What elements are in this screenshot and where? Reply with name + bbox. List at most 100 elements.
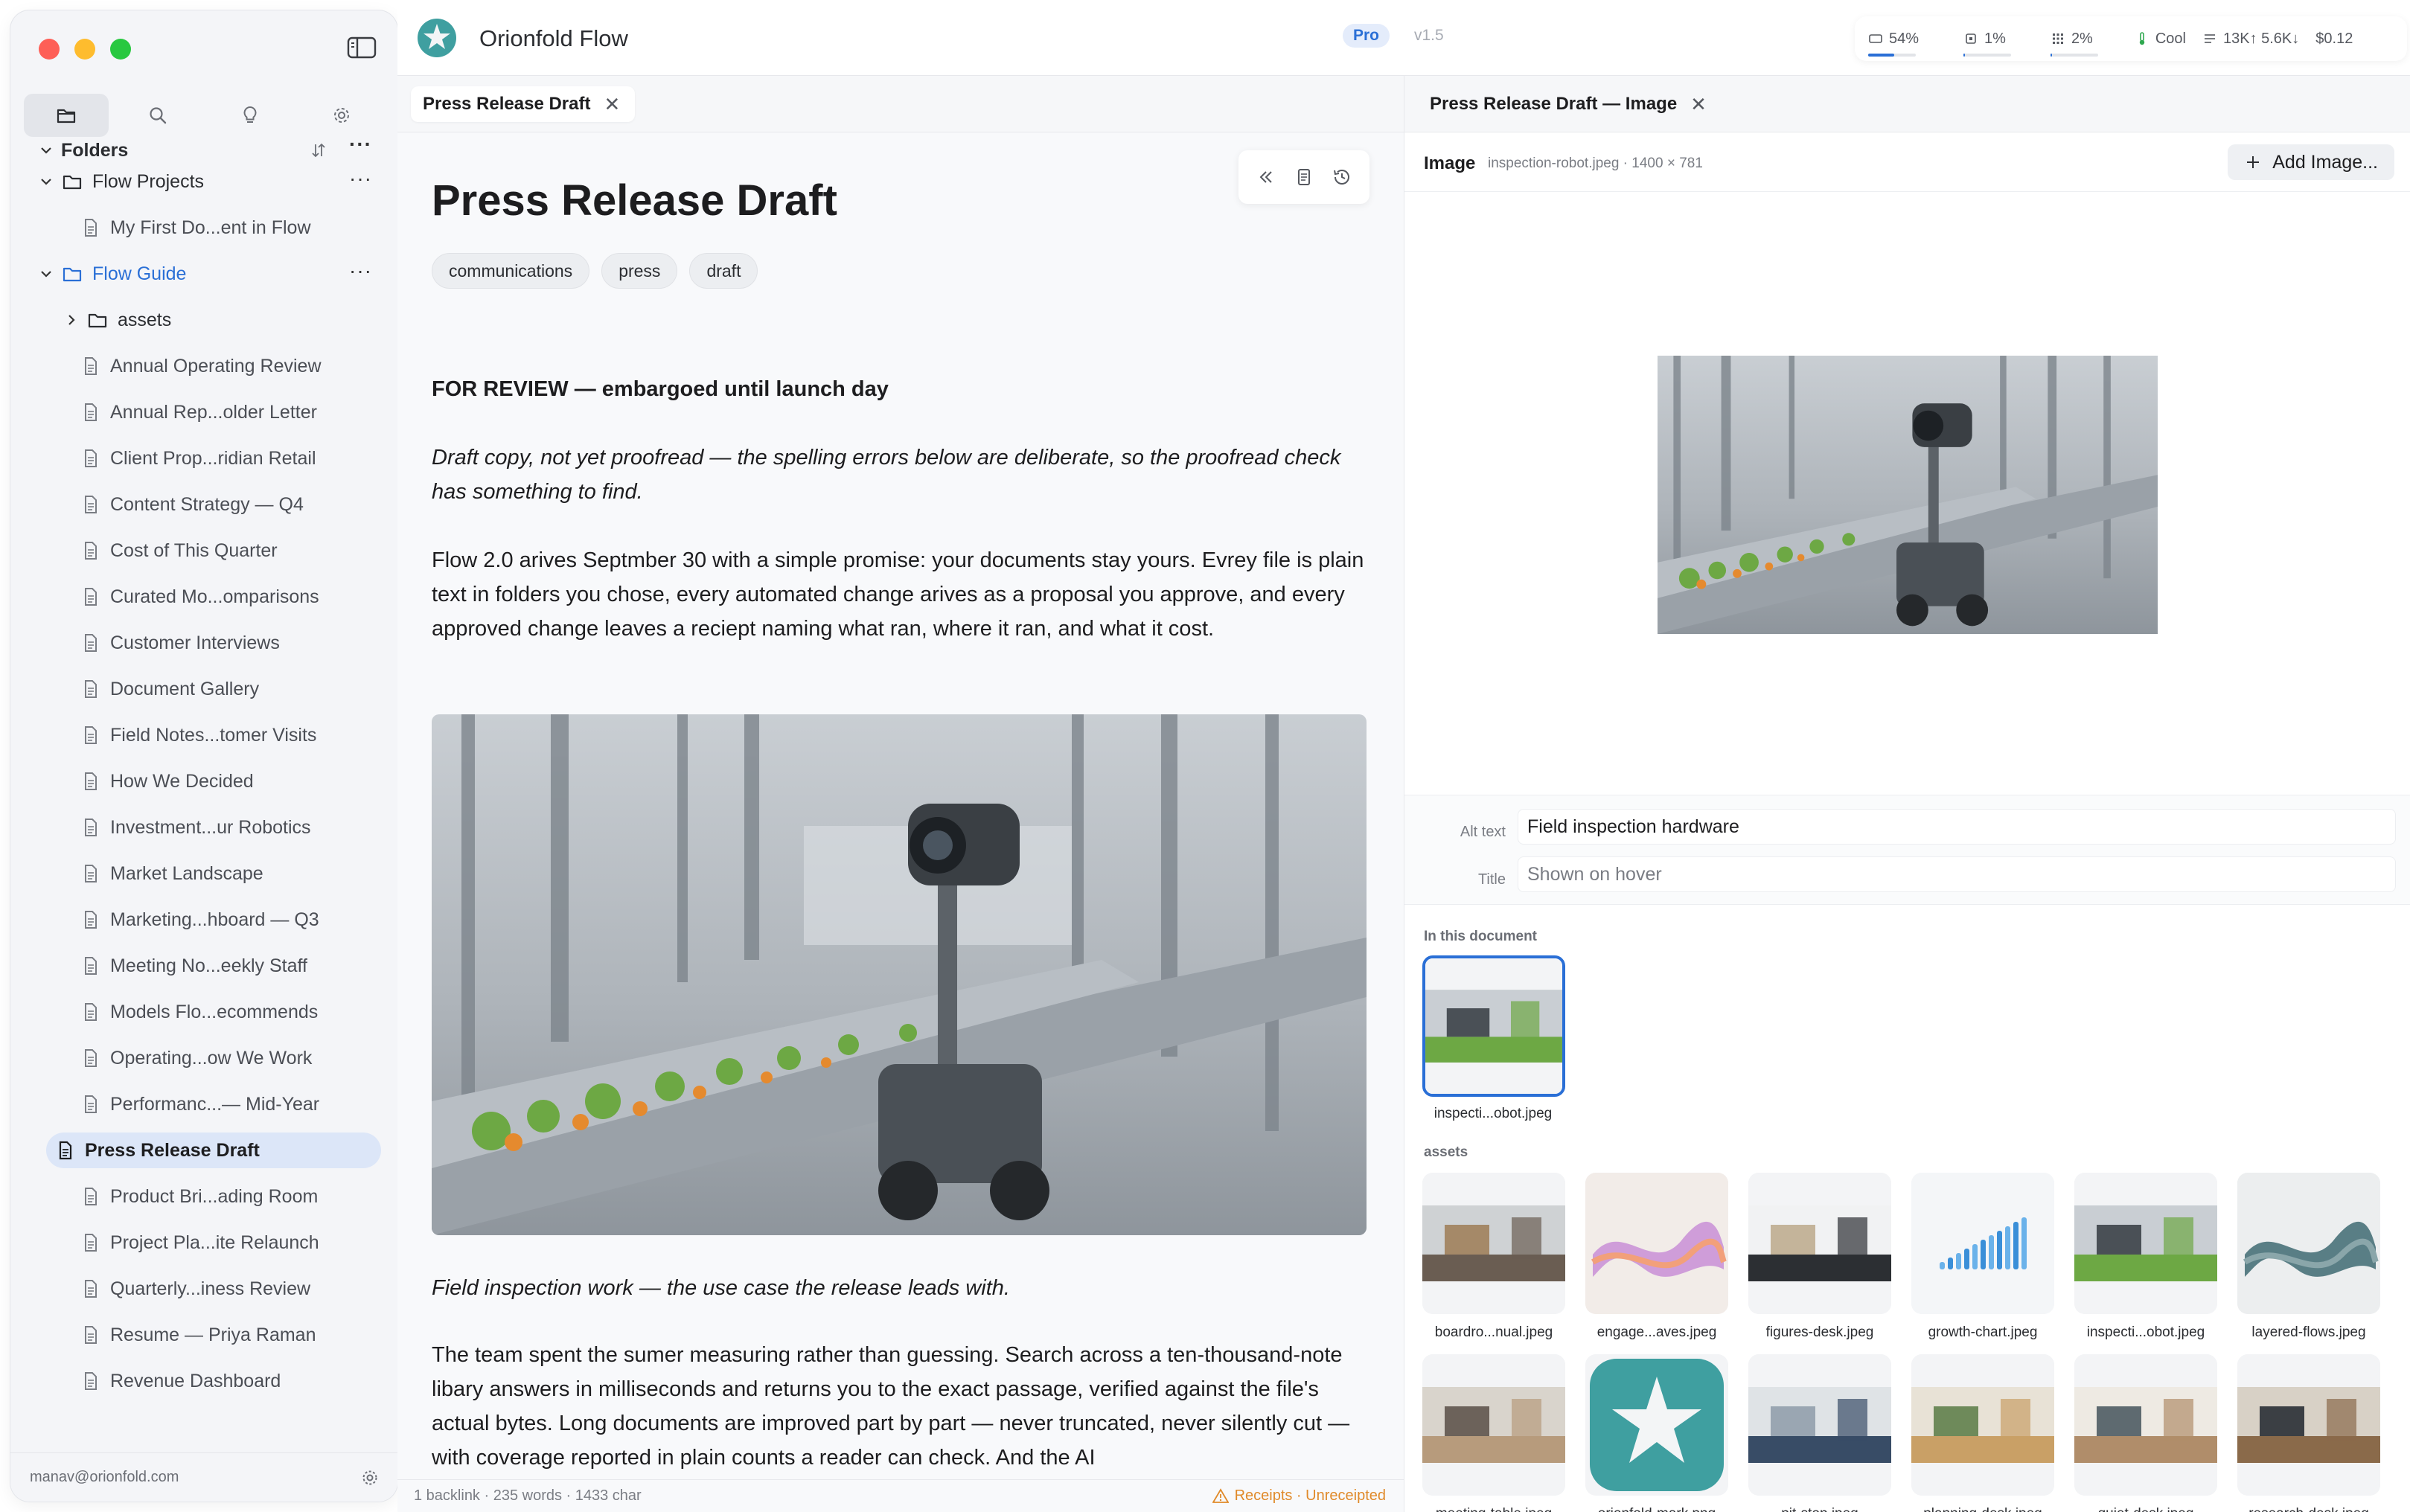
- tag-chip[interactable]: press: [601, 253, 678, 289]
- tab-search[interactable]: [115, 94, 200, 137]
- file-item[interactable]: Client Prop...ridian Retail: [36, 441, 383, 476]
- tree-item-label: Curated Mo...omparisons: [110, 586, 319, 607]
- file-item[interactable]: Field Notes...tomer Visits: [36, 717, 383, 753]
- asset-thumbnail[interactable]: [1911, 1173, 2054, 1314]
- account-settings-icon[interactable]: [360, 1468, 380, 1487]
- asset-thumbnail[interactable]: [1748, 1173, 1891, 1314]
- file-item[interactable]: Quarterly...iness Review: [36, 1271, 383, 1307]
- tab-files[interactable]: [24, 94, 109, 137]
- tree-item-label: Content Strategy — Q4: [110, 493, 304, 515]
- collapse-left-icon[interactable]: [1256, 167, 1276, 188]
- receipts-indicator[interactable]: Receipts · Unreceipted: [1212, 1487, 1386, 1505]
- app-title: Orionfold Flow: [479, 25, 628, 51]
- document-title[interactable]: Press Release Draft: [432, 176, 837, 225]
- file-item[interactable]: Annual Rep...older Letter: [36, 394, 383, 430]
- file-item[interactable]: Product Bri...ading Room: [36, 1179, 383, 1214]
- tab-settings[interactable]: [299, 94, 384, 137]
- sidebar-toggle-icon[interactable]: [347, 36, 377, 60]
- folders-section-header[interactable]: Folders ···: [36, 135, 383, 165]
- file-item[interactable]: Revenue Dashboard: [36, 1363, 383, 1399]
- sort-icon[interactable]: [310, 141, 327, 164]
- asset-thumbnail[interactable]: [2074, 1173, 2217, 1314]
- chevron-right-icon[interactable]: [61, 313, 82, 327]
- image-preview[interactable]: [1658, 356, 2158, 634]
- title-input[interactable]: Shown on hover: [1518, 856, 2396, 892]
- thumbnail-label: layered-flows.jpeg: [2251, 1324, 2366, 1340]
- asset-thumbnail[interactable]: [2074, 1354, 2217, 1496]
- file-item[interactable]: My First Do...ent in Flow: [36, 210, 383, 246]
- folder-item[interactable]: Flow Projects ···: [36, 164, 383, 199]
- asset-thumbnail[interactable]: [1911, 1354, 2054, 1496]
- document-icon[interactable]: [1294, 167, 1314, 188]
- folder-icon: [86, 309, 109, 331]
- file-item[interactable]: Performanc...— Mid-Year: [36, 1086, 383, 1122]
- asset-thumbnail[interactable]: [1748, 1354, 1891, 1496]
- alt-text-input[interactable]: Field inspection hardware: [1518, 809, 2396, 845]
- file-item[interactable]: Customer Interviews: [36, 625, 383, 661]
- file-item[interactable]: Operating...ow We Work: [36, 1040, 383, 1076]
- tab-image[interactable]: Press Release Draft — Image ✕: [1418, 86, 1722, 122]
- tag-chip[interactable]: communications: [432, 253, 590, 289]
- file-item[interactable]: Document Gallery: [36, 671, 383, 707]
- chevron-down-icon[interactable]: [36, 266, 57, 281]
- file-item[interactable]: Investment...ur Robotics: [36, 810, 383, 845]
- draft-note[interactable]: Draft copy, not yet proofread — the spel…: [432, 441, 1367, 509]
- file-item[interactable]: Market Landscape: [36, 856, 383, 891]
- zoom-window-button[interactable]: [110, 39, 131, 60]
- add-image-button[interactable]: Add Image...: [2228, 144, 2394, 180]
- file-item[interactable]: Annual Operating Review: [36, 348, 383, 384]
- asset-thumbnail[interactable]: [1422, 1354, 1565, 1496]
- image-caption[interactable]: Field inspection work — the use case the…: [432, 1271, 1367, 1305]
- file-item[interactable]: Content Strategy — Q4: [36, 487, 383, 522]
- context-stat: 54%: [1868, 31, 1919, 57]
- file-item[interactable]: Curated Mo...omparisons: [36, 579, 383, 615]
- folders-more-icon[interactable]: ···: [349, 135, 372, 156]
- review-line[interactable]: FOR REVIEW — embargoed until launch day: [432, 372, 1367, 406]
- tree-item-label: assets: [118, 309, 172, 330]
- history-icon[interactable]: [1332, 167, 1352, 188]
- minimize-window-button[interactable]: [74, 39, 95, 60]
- folder-icon: [61, 170, 83, 193]
- file-icon: [79, 1370, 101, 1392]
- image-tab-label: Press Release Draft — Image: [1430, 94, 1678, 114]
- folder-item[interactable]: assets: [36, 302, 383, 338]
- file-item[interactable]: Project Pla...ite Relaunch: [36, 1225, 383, 1260]
- image-thumbnail[interactable]: [1422, 955, 1565, 1097]
- file-item[interactable]: How We Decided: [36, 763, 383, 799]
- close-tab-icon[interactable]: ✕: [604, 93, 620, 116]
- tree-item-label: Annual Rep...older Letter: [110, 401, 317, 423]
- tag-chip[interactable]: draft: [689, 253, 758, 289]
- file-item[interactable]: Resume — Priya Raman: [36, 1317, 383, 1353]
- asset-thumbnail[interactable]: [1585, 1173, 1728, 1314]
- body-paragraph[interactable]: The team spent the sumer measuring rathe…: [432, 1338, 1367, 1475]
- tab-press-release-draft[interactable]: Press Release Draft ✕: [411, 86, 636, 122]
- asset-thumbnail[interactable]: [2237, 1354, 2380, 1496]
- file-item[interactable]: Cost of This Quarter: [36, 533, 383, 568]
- resource-stats[interactable]: 54% 1% 2% Cool 13K↑ 5.6K↓ $0.12: [1855, 16, 2407, 61]
- body-paragraph[interactable]: Flow 2.0 arives Septmber 30 with a simpl…: [432, 543, 1367, 646]
- tree-item-label: Customer Interviews: [110, 632, 280, 653]
- document-editor[interactable]: Press Release Draft communications press…: [397, 132, 1404, 1479]
- gear-icon: [333, 108, 349, 123]
- folder-more-icon[interactable]: ···: [349, 259, 372, 283]
- asset-thumbnail[interactable]: [1422, 1173, 1565, 1314]
- inline-image-inspection-robot[interactable]: [432, 714, 1367, 1235]
- memory-icon: [2052, 33, 2063, 44]
- file-icon: [79, 1001, 101, 1023]
- file-item[interactable]: Models Flo...ecommends: [36, 994, 383, 1030]
- chevron-down-icon[interactable]: [36, 174, 57, 189]
- tab-ideas[interactable]: [208, 94, 293, 137]
- editor-tab-bar: Press Release Draft ✕: [397, 76, 1404, 132]
- file-item[interactable]: Meeting No...eekly Staff: [36, 948, 383, 984]
- folder-tree: Folders ··· Flow Projects ··· My First Do.…: [10, 135, 397, 1460]
- tree-item-label: Press Release Draft: [85, 1139, 260, 1161]
- folder-more-icon[interactable]: ···: [349, 167, 372, 190]
- asset-thumbnail[interactable]: [2237, 1173, 2380, 1314]
- asset-thumbnail[interactable]: [1585, 1354, 1728, 1496]
- folder-item[interactable]: Flow Guide ···: [36, 256, 383, 292]
- plus-icon: [2247, 156, 2260, 168]
- close-tab-icon[interactable]: ✕: [1690, 93, 1707, 116]
- file-item[interactable]: Marketing...hboard — Q3: [36, 902, 383, 938]
- close-window-button[interactable]: [39, 39, 60, 60]
- file-item[interactable]: Press Release Draft: [46, 1133, 381, 1168]
